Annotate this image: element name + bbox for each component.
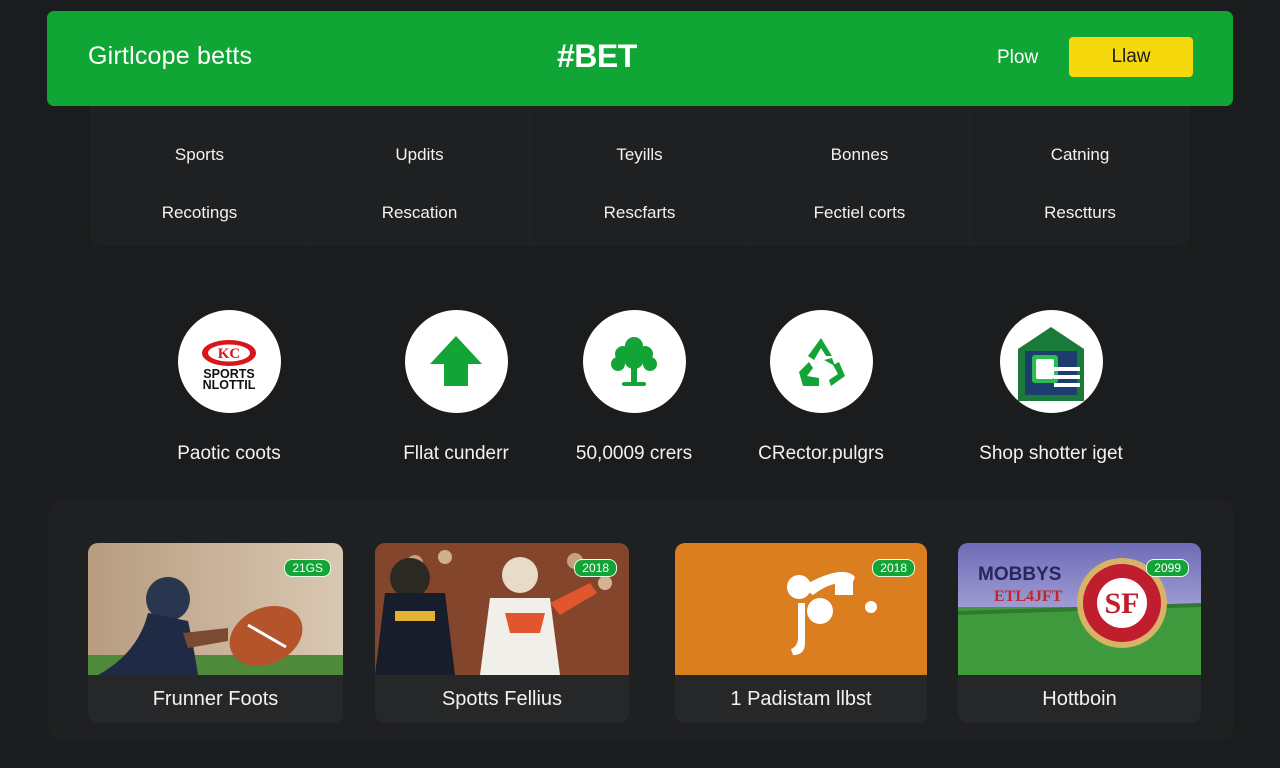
card-title: 1 Padistam llbst bbox=[730, 687, 872, 710]
feature-sports[interactable]: KC SPORTS NLOTTIL Paotic coots bbox=[109, 310, 349, 465]
menu-column: Updits Rescation bbox=[310, 106, 530, 246]
menu-item-rescfarts[interactable]: Rescfarts bbox=[604, 203, 676, 223]
nav-menu-panel: Sports Recotings Updits Rescation Teyill… bbox=[90, 106, 1190, 246]
feature-recycle[interactable]: CRector.pulgrs bbox=[701, 310, 941, 465]
play-link[interactable]: Plow bbox=[997, 47, 1038, 69]
menu-column: Catning Resctturs bbox=[970, 106, 1190, 246]
feature-label: CRector.pulgrs bbox=[758, 443, 884, 464]
card-title: Frunner Foots bbox=[152, 687, 279, 710]
stadium-overlay-text-line2: ETL4JFT bbox=[994, 588, 1063, 605]
svg-text:SF: SF bbox=[1104, 587, 1139, 620]
building-icon[interactable] bbox=[999, 310, 1103, 413]
year-badge: 2099 bbox=[1146, 559, 1189, 577]
brand-name[interactable]: Girtlcope betts bbox=[88, 42, 252, 71]
menu-item-fectiel-corts[interactable]: Fectiel corts bbox=[814, 203, 906, 223]
menu-column: Sports Recotings bbox=[90, 106, 310, 246]
content-card[interactable]: 2018 Spotts Fellius bbox=[375, 543, 629, 723]
card-title: Spotts Fellius bbox=[441, 687, 563, 710]
menu-column: Teyills Rescfarts bbox=[530, 106, 750, 246]
content-card[interactable]: 21GS Frunner Foots bbox=[88, 543, 343, 723]
arrow-up-icon[interactable] bbox=[404, 310, 508, 413]
site-logo[interactable]: #BET bbox=[557, 38, 637, 75]
year-badge: 2018 bbox=[872, 559, 915, 577]
recycle-icon[interactable] bbox=[769, 310, 873, 413]
menu-item-sports[interactable]: Sports bbox=[175, 145, 224, 165]
feature-label: Fllat cunderr bbox=[403, 443, 509, 464]
menu-item-catning[interactable]: Catning bbox=[1051, 145, 1110, 165]
feature-building[interactable]: Shop shotter iget bbox=[931, 310, 1171, 465]
content-card[interactable]: MOBBYS ETL4JFT SF 2099 Hottboin bbox=[958, 543, 1201, 723]
cta-button[interactable]: Llaw bbox=[1069, 37, 1193, 77]
menu-item-resctturs[interactable]: Resctturs bbox=[1044, 203, 1116, 223]
menu-item-recotings[interactable]: Recotings bbox=[162, 203, 238, 223]
year-badge: 21GS bbox=[284, 559, 331, 577]
top-header: Girtlcope betts #BET Plow Llaw bbox=[47, 11, 1233, 106]
feature-label: 50,0009 crers bbox=[575, 443, 693, 464]
menu-item-updits[interactable]: Updits bbox=[395, 145, 443, 165]
card-title: Hottboin bbox=[1042, 687, 1117, 710]
year-badge: 2018 bbox=[574, 559, 617, 577]
feature-label: Paotic coots bbox=[177, 443, 281, 464]
stadium-overlay-text-line1: MOBBYS bbox=[978, 564, 1061, 585]
menu-item-bonnes[interactable]: Bonnes bbox=[831, 145, 889, 165]
content-card[interactable]: 2018 1 Padistam llbst bbox=[675, 543, 927, 723]
sports-logo-text-line2: NLOTTIL bbox=[203, 378, 256, 392]
svg-text:KC: KC bbox=[218, 346, 241, 362]
sports-logo-icon[interactable]: KC SPORTS NLOTTIL bbox=[177, 310, 281, 413]
menu-item-rescation[interactable]: Rescation bbox=[382, 203, 458, 223]
menu-item-teyills[interactable]: Teyills bbox=[616, 145, 662, 165]
feature-label: Shop shotter iget bbox=[979, 443, 1123, 464]
tree-icon[interactable] bbox=[582, 310, 686, 413]
menu-column: Bonnes Fectiel corts bbox=[750, 106, 970, 246]
